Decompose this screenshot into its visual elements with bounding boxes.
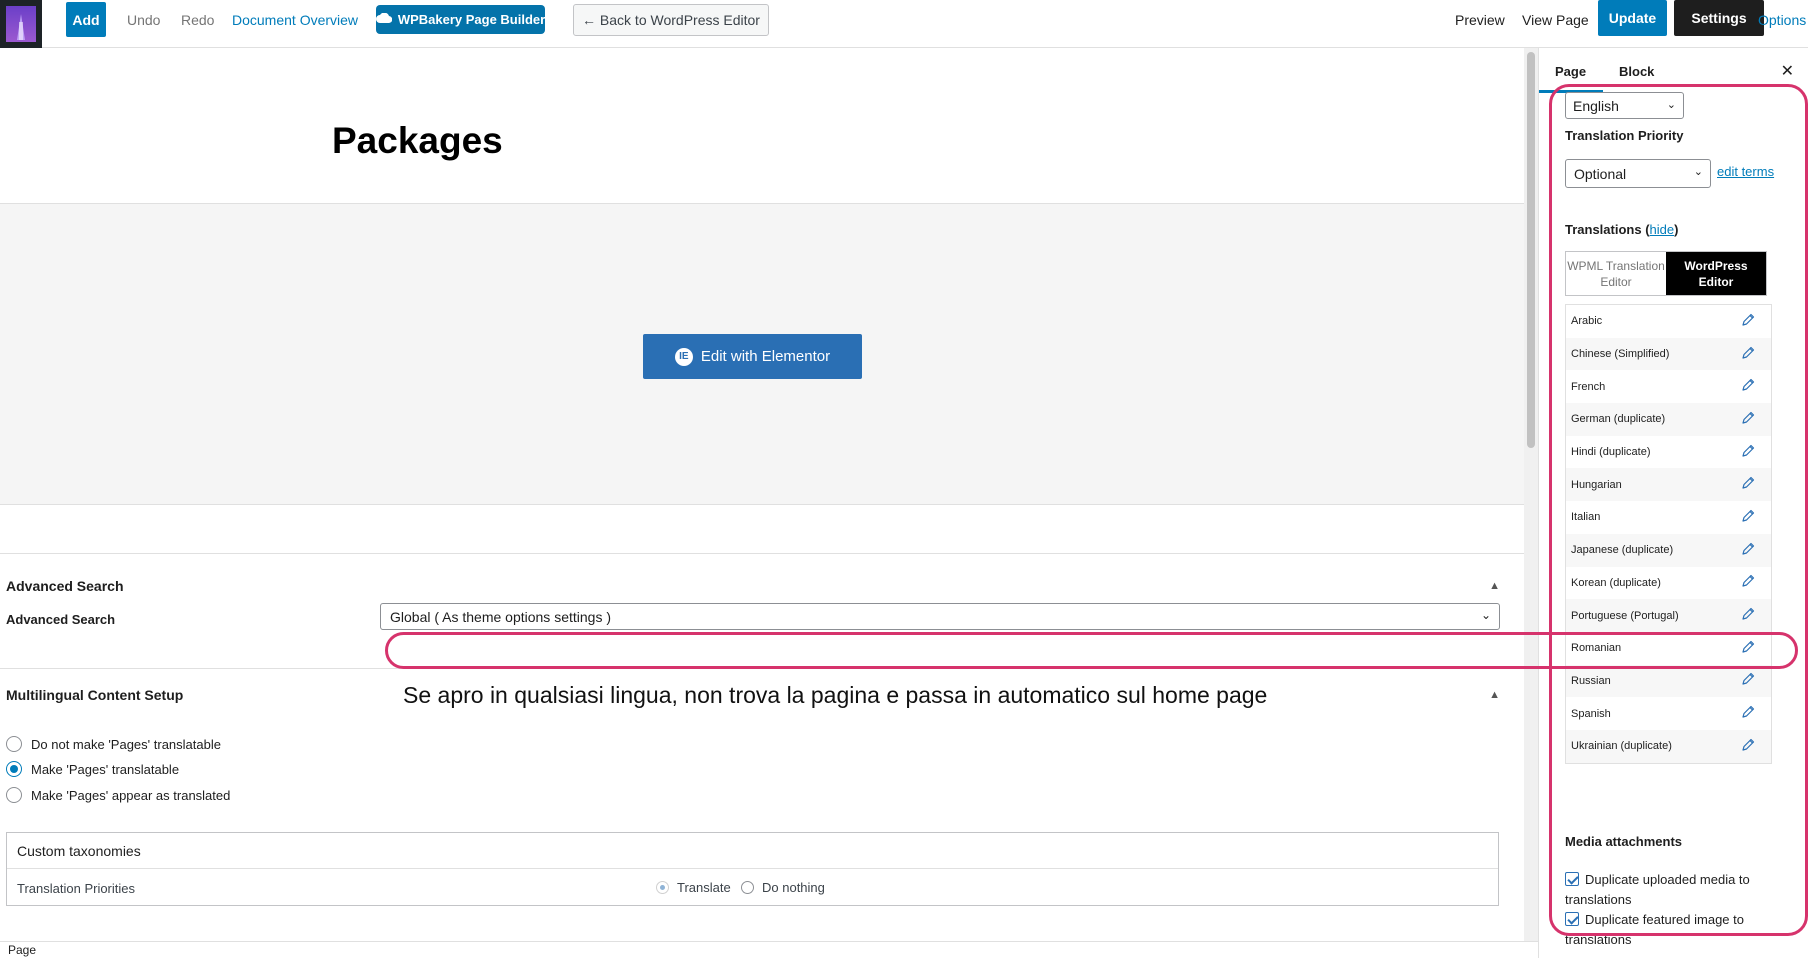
undo-button[interactable]: Undo [127,4,160,36]
logo-image [6,6,36,42]
update-button[interactable]: Update [1598,0,1667,36]
wpbakery-button[interactable]: WPBakery Page Builder [375,5,546,34]
wpbakery-label: WPBakery Page Builder [397,12,546,27]
top-toolbar: Add Undo Redo Document Overview WPBakery… [0,0,1808,48]
close-icon[interactable]: ✕ [1781,61,1794,81]
settings-button[interactable]: Settings [1674,0,1764,36]
multilingual-panel-title: Multilingual Content Setup [6,687,184,703]
radio-translatable[interactable]: Make 'Pages' translatable [6,759,179,779]
advanced-search-panel-title: Advanced Search [6,578,124,594]
tab-block[interactable]: Block [1619,64,1654,79]
advanced-search-panel-header[interactable]: Advanced Search ▲ [0,564,1524,608]
taxonomy-translate-label: Translate [677,880,731,895]
radio-button[interactable] [6,736,22,752]
meta-boxes: Advanced Search ▲ Advanced Search Global… [0,553,1524,906]
document-overview-button[interactable]: Document Overview [232,4,358,36]
preview-button[interactable]: Preview [1455,4,1505,36]
editor-canvas: Packages IE Edit with Elementor Advanced… [0,48,1524,941]
taxonomy-do-nothing-option[interactable]: Do nothing [741,880,825,895]
scrollbar-thumb[interactable] [1527,52,1535,448]
chevron-down-icon: ⌄ [1480,608,1491,622]
edit-with-elementor-label: Edit with Elementor [700,348,831,365]
custom-taxonomies-title: Custom taxonomies [7,833,1498,869]
options-button[interactable]: Options [1758,4,1806,36]
back-to-wordpress-editor-button[interactable]: ← Back to WordPress Editor [573,4,769,36]
custom-taxonomies-box: Custom taxonomies Translation Priorities… [6,832,1499,906]
radio-button-selected[interactable] [6,761,22,777]
collapse-caret-icon[interactable]: ▲ [1489,689,1500,701]
collapse-caret-icon[interactable]: ▲ [1489,580,1500,592]
advanced-search-field-label: Advanced Search [6,612,116,627]
annotation-highlight-pill [385,632,1798,669]
taxonomy-translate-option[interactable]: Translate [656,880,731,895]
elementor-icon: IE [674,347,693,366]
radio-button-selected[interactable] [656,881,669,894]
radio-label: Make 'Pages' appear as translated [31,787,231,803]
edit-with-elementor-button[interactable]: IE Edit with Elementor [643,334,862,379]
radio-appear-translated[interactable]: Make 'Pages' appear as translated [6,785,230,805]
wpbakery-cloud-icon [375,12,393,27]
radio-label: Do not make 'Pages' translatable [31,736,221,752]
site-logo[interactable] [0,0,42,48]
redo-button[interactable]: Redo [181,4,214,36]
breadcrumb[interactable]: Page [0,941,1538,958]
taxonomy-do-nothing-label: Do nothing [762,880,825,895]
page-title[interactable]: Packages [332,120,503,162]
radio-label: Make 'Pages' translatable [31,761,180,777]
elementor-placeholder: IE Edit with Elementor [0,203,1524,505]
editor-scrollbar[interactable] [1524,48,1538,941]
add-block-button[interactable]: Add [66,2,106,37]
translation-priorities-label: Translation Priorities [17,881,136,896]
advanced-search-select[interactable]: Global ( As theme options settings ) ⌄ [380,603,1500,630]
annotation-highlight-box [1549,84,1808,936]
view-page-link[interactable]: View Page [1522,4,1589,36]
annotation-note: Se apro in qualsiasi lingua, non trova l… [403,682,1268,708]
radio-button[interactable] [741,881,754,894]
radio-button[interactable] [6,787,22,803]
advanced-search-selected: Global ( As theme options settings ) [390,608,611,625]
radio-not-translatable[interactable]: Do not make 'Pages' translatable [6,734,221,754]
tab-page[interactable]: Page [1555,64,1586,79]
